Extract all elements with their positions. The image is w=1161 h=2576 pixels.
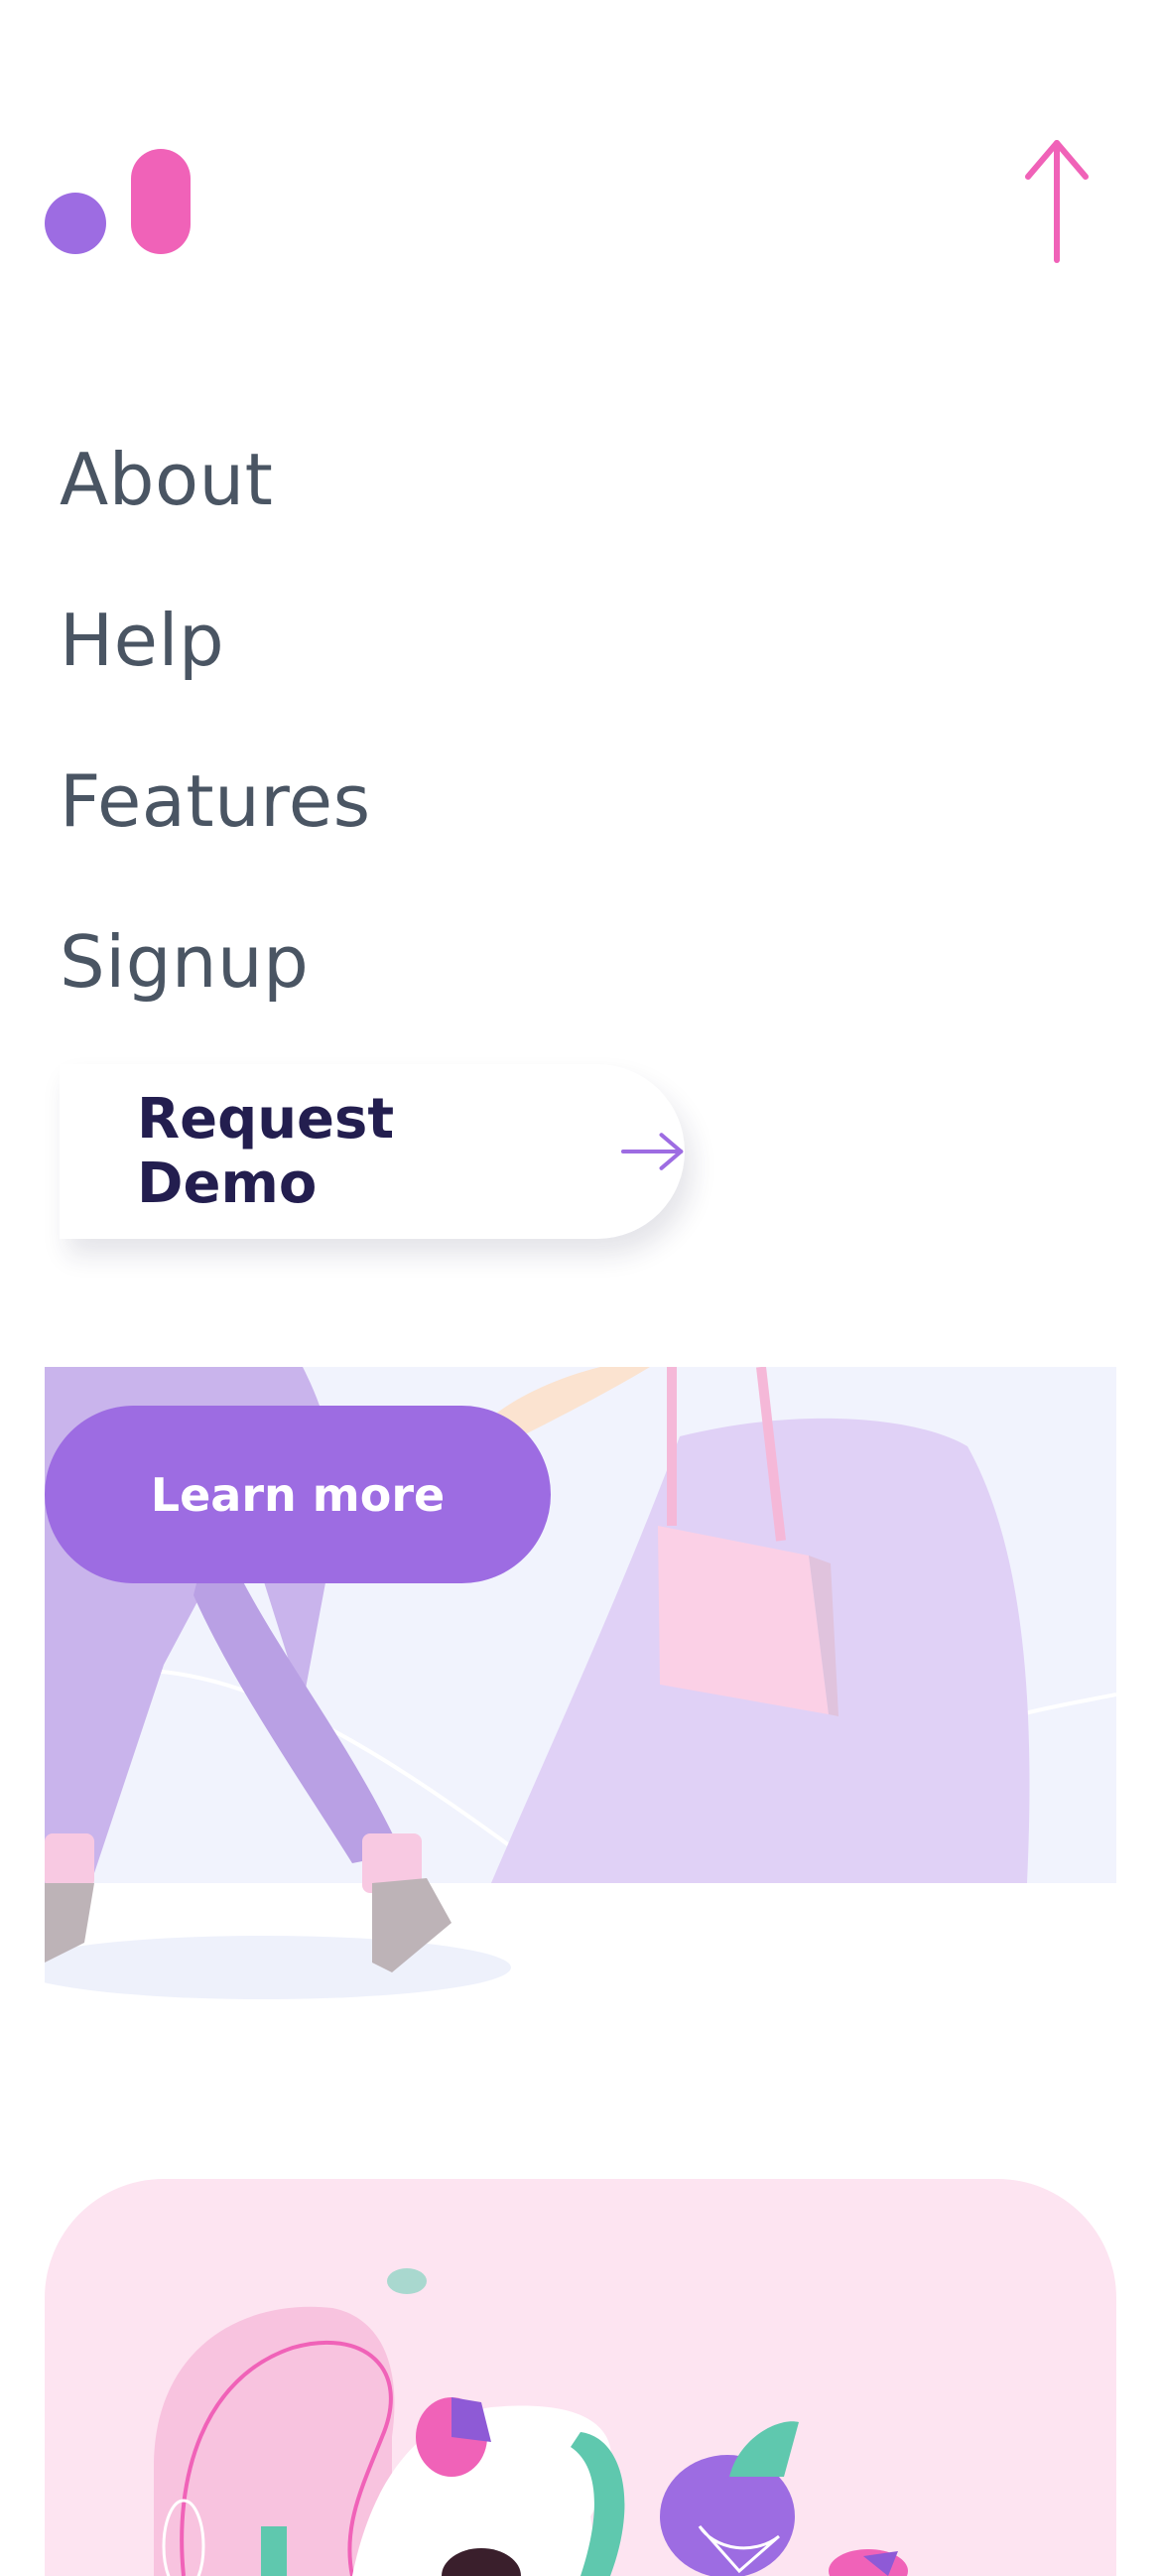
- learn-more-button[interactable]: Learn more: [45, 1406, 551, 1583]
- nav-item-help[interactable]: Help: [60, 560, 371, 721]
- nav-item-about[interactable]: About: [60, 399, 371, 560]
- request-demo-button[interactable]: Request Demo: [60, 1064, 685, 1239]
- nav-item-signup[interactable]: Signup: [60, 881, 371, 1042]
- nav-item-features[interactable]: Features: [60, 721, 371, 881]
- arrow-right-icon: [620, 1133, 684, 1170]
- arrow-up-icon[interactable]: [1022, 137, 1092, 266]
- brand-logo-icon[interactable]: [45, 149, 194, 254]
- logo-dot: [45, 193, 106, 254]
- logo-pill: [131, 149, 191, 254]
- analytics-shapes-illustration: [45, 2179, 1116, 2576]
- main-nav: About Help Features Signup: [60, 399, 371, 1042]
- request-demo-label: Request Demo: [137, 1087, 395, 1216]
- learn-more-label: Learn more: [150, 1467, 446, 1522]
